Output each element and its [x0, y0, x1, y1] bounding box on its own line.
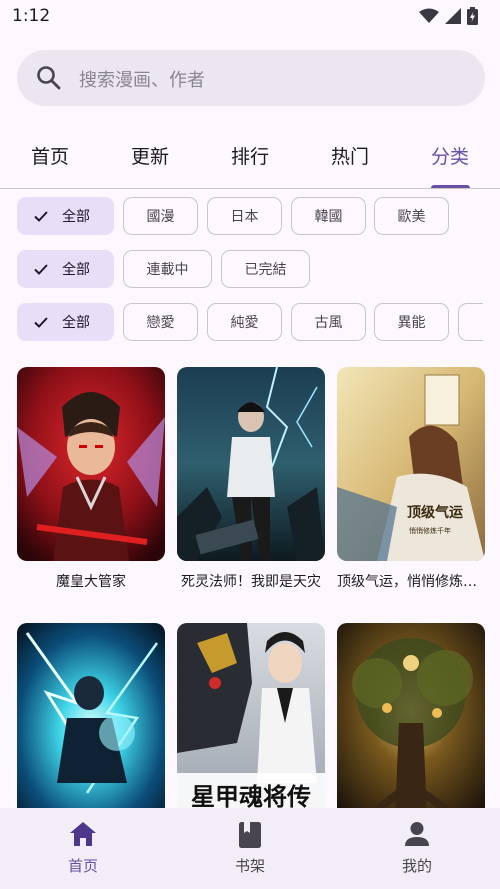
- nav-bookshelf[interactable]: 书架: [167, 808, 333, 889]
- tab-popular[interactable]: 热门: [331, 142, 369, 169]
- chip-region-west[interactable]: 歐美: [374, 197, 449, 235]
- chip-status-completed[interactable]: 已完結: [221, 250, 310, 288]
- comic-title: 死灵法师！我即是天灾: [181, 574, 321, 590]
- comic-card[interactable]: 顶级气运 悄悄修炼千年 顶级气运，悄悄修炼千年: [337, 367, 485, 591]
- cover-title-text: 顶级气运: [407, 504, 463, 521]
- nav-label: 首页: [67, 857, 98, 875]
- tabs-divider: [0, 188, 500, 189]
- search-bar[interactable]: 搜索漫画、作者: [17, 50, 485, 106]
- tab-bar: 首页 更新 排行 热门 分类: [0, 128, 500, 188]
- comic-title: 顶级气运，悄悄修炼千年: [337, 574, 485, 590]
- status-filter-row: 全部 連載中 已完結: [17, 250, 483, 288]
- check-icon: [34, 264, 48, 275]
- comic-title: 魔皇大管家: [56, 574, 126, 590]
- chip-region-korea[interactable]: 韓國: [291, 197, 366, 235]
- comic-cover[interactable]: [177, 367, 325, 561]
- wifi-icon: [419, 8, 439, 23]
- tab-home[interactable]: 首页: [31, 142, 69, 169]
- tab-ranking[interactable]: 排行: [231, 142, 269, 169]
- status-bar: 1:12: [0, 0, 500, 34]
- cover-subtitle-text: 悄悄修炼千年: [409, 526, 451, 535]
- cover-art-image: [17, 623, 165, 817]
- comic-card[interactable]: [17, 623, 165, 827]
- profile-icon: [405, 822, 429, 846]
- chip-genre-superpower[interactable]: 異能: [374, 303, 449, 341]
- status-time: 1:12: [12, 6, 51, 26]
- comic-card[interactable]: 魔皇大管家: [17, 367, 165, 591]
- region-filter-row: 全部 國漫 日本 韓國 歐美: [17, 197, 483, 235]
- chip-genre-more[interactable]: [458, 303, 483, 341]
- home-icon: [70, 822, 96, 846]
- chip-genre-pure-love[interactable]: 純愛: [207, 303, 282, 341]
- comic-cover[interactable]: 星甲魂将传: [177, 623, 325, 817]
- battery-icon: [467, 7, 478, 25]
- tab-updates[interactable]: 更新: [131, 142, 169, 169]
- chip-region-all[interactable]: 全部: [17, 197, 114, 235]
- chip-genre-ancient[interactable]: 古風: [291, 303, 366, 341]
- cover-art-image: 顶级气运 悄悄修炼千年: [337, 367, 485, 561]
- chip-genre-all[interactable]: 全部: [17, 303, 114, 341]
- nav-label: 书架: [234, 857, 265, 875]
- nav-label: 我的: [401, 857, 432, 875]
- comic-card[interactable]: 星甲魂将传: [177, 623, 325, 827]
- comic-cover[interactable]: 顶级气运 悄悄修炼千年: [337, 367, 485, 561]
- tab-categories[interactable]: 分类: [431, 142, 469, 169]
- search-placeholder: 搜索漫画、作者: [79, 70, 205, 91]
- chip-genre-romance[interactable]: 戀愛: [123, 303, 198, 341]
- cover-art-image: [17, 367, 165, 561]
- nav-profile[interactable]: 我的: [334, 808, 500, 889]
- comic-cover[interactable]: [337, 623, 485, 817]
- check-icon: [34, 211, 48, 222]
- chip-region-china[interactable]: 國漫: [123, 197, 198, 235]
- search-icon: [37, 66, 61, 90]
- comic-cover[interactable]: [17, 623, 165, 817]
- cover-art-image: [337, 623, 485, 817]
- cover-title-text: 星甲魂将传: [191, 783, 311, 811]
- genre-filter-row: 全部 戀愛 純愛 古風 異能: [17, 303, 483, 341]
- bottom-nav: 首页 书架 我的: [0, 808, 500, 889]
- chip-status-ongoing[interactable]: 連載中: [123, 250, 212, 288]
- nav-home[interactable]: 首页: [0, 808, 166, 889]
- cover-art-image: [177, 367, 325, 561]
- chip-region-japan[interactable]: 日本: [207, 197, 282, 235]
- chip-status-all[interactable]: 全部: [17, 250, 114, 288]
- comic-cover[interactable]: [17, 367, 165, 561]
- cell-signal-icon: [445, 8, 461, 24]
- cover-art-image: 星甲魂将传: [177, 623, 325, 817]
- comic-card[interactable]: 死灵法师！我即是天灾: [177, 367, 325, 591]
- comic-card[interactable]: [337, 623, 485, 827]
- check-icon: [34, 317, 48, 328]
- bookshelf-icon: [239, 822, 261, 848]
